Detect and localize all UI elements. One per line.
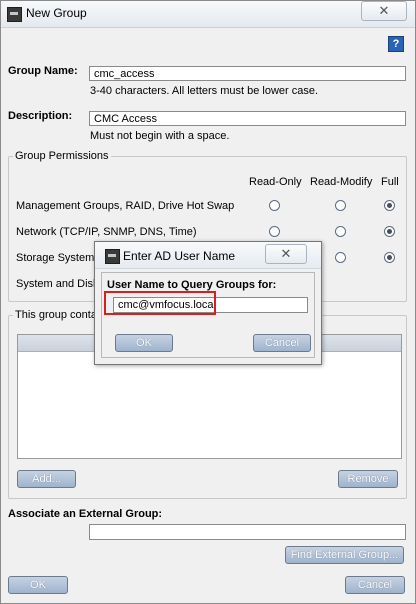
window-title: New Group <box>26 6 87 20</box>
description-hint: Must not begin with a space. <box>90 130 230 142</box>
external-group-field[interactable] <box>89 524 406 540</box>
dialog-ok-button[interactable]: OK <box>115 334 173 352</box>
help-icon[interactable]: ? <box>388 36 404 52</box>
group-name-hint: 3-40 characters. All letters must be low… <box>90 85 319 97</box>
dialog-title-bar[interactable]: Enter AD User Name ✕ <box>95 242 321 269</box>
perm-row-0-read-only-radio[interactable] <box>269 200 280 211</box>
perm-row-2-read-modify-radio[interactable] <box>335 252 346 263</box>
title-bar[interactable]: New Group ✕ <box>1 1 415 28</box>
external-group-label: Associate an External Group: <box>8 508 163 520</box>
perm-row-0-full-radio[interactable] <box>384 200 395 211</box>
description-field[interactable]: CMC Access <box>89 111 406 126</box>
perm-row-label: Storage System <box>16 252 95 264</box>
dialog-cancel-button[interactable]: Cancel <box>253 334 311 352</box>
remove-button[interactable]: Remove <box>338 470 398 488</box>
column-read-only: Read-Only <box>249 176 302 188</box>
column-read-modify: Read-Modify <box>310 176 373 188</box>
dialog-title: Enter AD User Name <box>123 249 236 263</box>
add-button[interactable]: Add... <box>17 470 76 488</box>
close-icon[interactable]: ✕ <box>361 1 407 21</box>
perm-row-label: Network (TCP/IP, SNMP, DNS, Time) <box>16 226 197 238</box>
dialog-field-label: User Name to Query Groups for: <box>107 279 277 291</box>
ok-button[interactable]: OK <box>8 576 68 594</box>
group-name-label: Group Name: <box>8 65 78 77</box>
dialog-body: User Name to Query Groups for: cmc@vmfoc… <box>101 272 315 358</box>
perm-row-2-full-radio[interactable] <box>384 252 395 263</box>
find-external-group-button[interactable]: Find External Group... <box>285 546 404 564</box>
perm-row-1-read-modify-radio[interactable] <box>335 226 346 237</box>
highlight-box <box>104 291 216 315</box>
group-name-field[interactable]: cmc_access <box>89 66 406 81</box>
perm-row-0-read-modify-radio[interactable] <box>335 200 346 211</box>
perm-row-label: Management Groups, RAID, Drive Hot Swap <box>16 200 235 212</box>
dialog-close-icon[interactable]: ✕ <box>265 244 307 264</box>
dialog-app-icon <box>105 249 120 264</box>
perm-row-label: System and Disk <box>16 278 99 290</box>
perm-row-1-full-radio[interactable] <box>384 226 395 237</box>
app-icon <box>7 7 22 22</box>
group-permissions-legend: Group Permissions <box>15 150 109 162</box>
column-full: Full <box>381 176 399 188</box>
cancel-button[interactable]: Cancel <box>345 576 405 594</box>
members-legend: This group conta <box>15 309 97 321</box>
description-label: Description: <box>8 110 73 122</box>
perm-row-1-read-only-radio[interactable] <box>269 226 280 237</box>
